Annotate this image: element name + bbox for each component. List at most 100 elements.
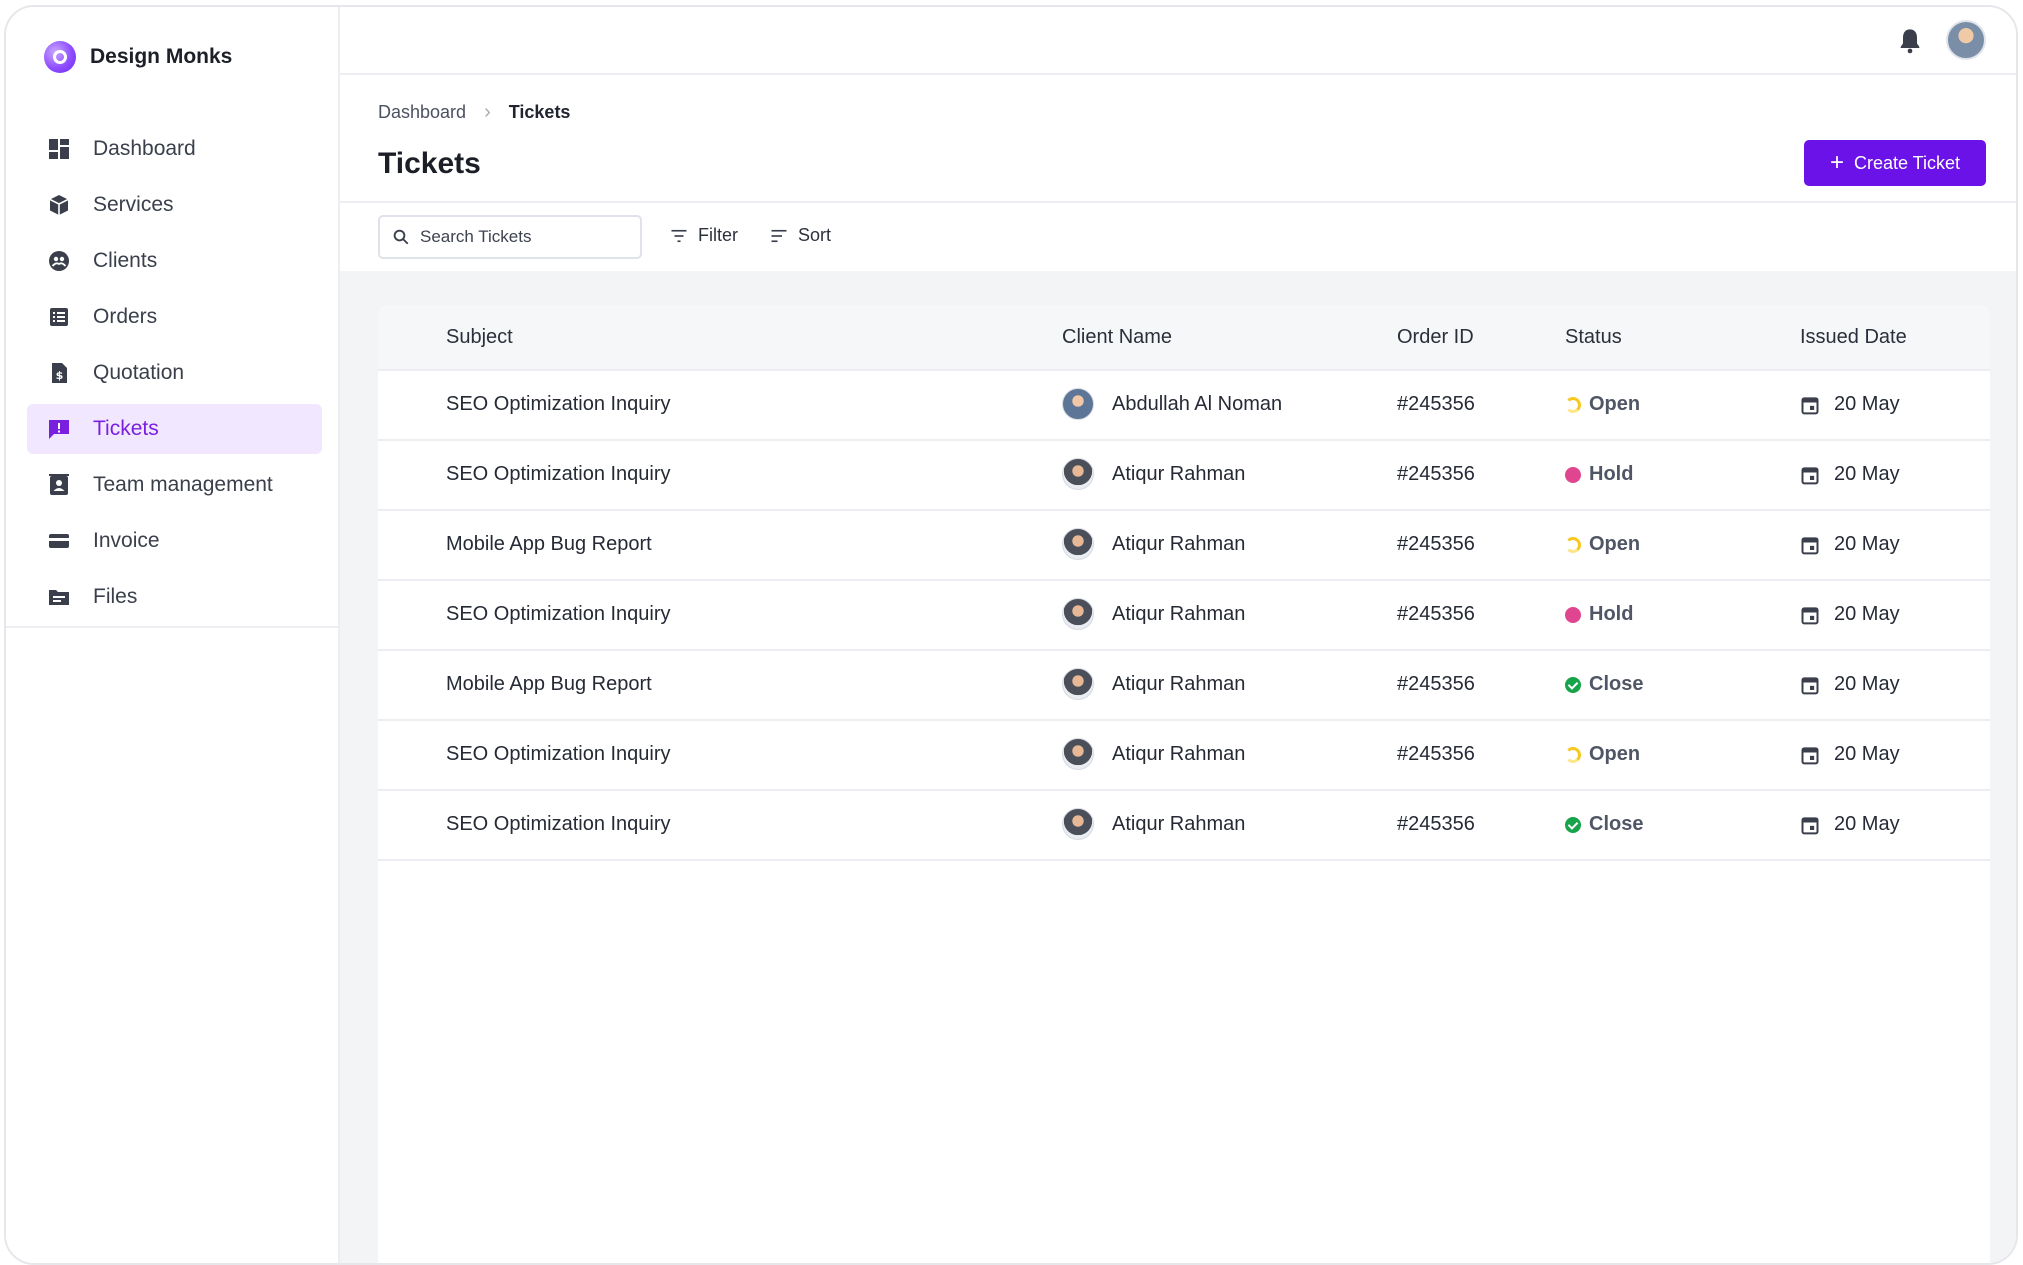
bell-icon[interactable] xyxy=(1896,27,1924,55)
status-hold-icon xyxy=(1565,606,1581,623)
table-row[interactable]: Mobile App Bug Report Atiqur Rahman #245… xyxy=(378,651,1990,721)
calendar-icon xyxy=(1801,396,1819,414)
search-input[interactable] xyxy=(420,227,620,247)
sidebar-item-dashboard[interactable]: Dashboard xyxy=(27,124,322,174)
sidebar-item-label: Clients xyxy=(93,249,158,272)
order-id: #245356 xyxy=(1397,603,1475,625)
box-icon xyxy=(47,193,71,217)
table-row[interactable]: SEO Optimization Inquiry Atiqur Rahman #… xyxy=(378,581,1990,651)
table-toolbar: Filter Sort xyxy=(340,203,2016,271)
sort-label: Sort xyxy=(798,225,832,245)
avatar xyxy=(1062,668,1094,700)
calendar-icon xyxy=(1801,816,1819,834)
filter-icon xyxy=(671,229,687,242)
breadcrumb: Dashboard › Tickets xyxy=(378,101,570,124)
table-row[interactable]: Mobile App Bug Report Atiqur Rahman #245… xyxy=(378,511,1990,581)
sort-icon xyxy=(771,229,787,242)
table-header: Subject Client Name Order ID Status Issu… xyxy=(378,305,1990,371)
page-title: Tickets xyxy=(378,147,481,180)
client-name: Atiqur Rahman xyxy=(1112,602,1246,625)
status-label: Hold xyxy=(1589,463,1634,485)
plus-icon: + xyxy=(1829,149,1844,176)
brand-name: Design Monks xyxy=(90,45,233,68)
sidebar-item-invoice[interactable]: Invoice xyxy=(27,516,322,566)
breadcrumb-dashboard[interactable]: Dashboard xyxy=(378,102,466,123)
client-name: Atiqur Rahman xyxy=(1112,812,1246,835)
app-window: Design Monks Dashboard Services Clients xyxy=(4,5,2018,1265)
table-row[interactable]: SEO Optimization Inquiry Atiqur Rahman #… xyxy=(378,791,1990,861)
client-cell: Atiqur Rahman xyxy=(1062,458,1245,490)
orders-icon xyxy=(47,305,71,329)
table-row[interactable]: SEO Optimization Inquiry Atiqur Rahman #… xyxy=(378,441,1990,511)
status-label: Open xyxy=(1589,393,1641,415)
status-label: Open xyxy=(1589,743,1641,765)
column-header-status[interactable]: Status xyxy=(1565,326,1622,349)
column-header-subject[interactable]: Subject xyxy=(446,326,513,349)
sort-button[interactable]: Sort xyxy=(770,225,831,246)
client-name: Atiqur Rahman xyxy=(1112,672,1246,695)
client-cell: Atiqur Rahman xyxy=(1062,808,1245,840)
sidebar-divider xyxy=(6,626,340,628)
client-cell: Atiqur Rahman xyxy=(1062,668,1245,700)
status-label: Close xyxy=(1589,673,1644,695)
status-badge: Open xyxy=(1565,743,1640,766)
status-open-icon xyxy=(1565,746,1581,763)
ticket-subject: SEO Optimization Inquiry xyxy=(446,463,671,485)
sidebar-item-quotation[interactable]: $ Quotation xyxy=(27,348,322,398)
main-content: Subject Client Name Order ID Status Issu… xyxy=(340,271,2016,1263)
sidebar-item-label: Files xyxy=(93,585,138,608)
chevron-right-icon: › xyxy=(484,101,491,123)
status-label: Open xyxy=(1589,533,1641,555)
quotation-icon: $ xyxy=(47,361,71,385)
sidebar-nav: Dashboard Services Clients Orders $ Quot… xyxy=(27,124,322,628)
column-header-client[interactable]: Client Name xyxy=(1062,326,1172,349)
table-row[interactable]: SEO Optimization Inquiry Atiqur Rahman #… xyxy=(378,721,1990,791)
issued-date-cell: 20 May xyxy=(1800,673,1900,696)
team-icon xyxy=(47,473,71,497)
status-badge: Hold xyxy=(1565,603,1633,626)
ticket-subject: SEO Optimization Inquiry xyxy=(446,743,671,765)
sidebar-item-label: Dashboard xyxy=(93,137,196,160)
issued-date: 20 May xyxy=(1834,533,1900,555)
issued-date: 20 May xyxy=(1834,463,1900,485)
create-ticket-button[interactable]: + Create Ticket xyxy=(1804,140,1986,186)
sidebar-item-files[interactable]: Files xyxy=(27,572,322,622)
brand-logo-icon xyxy=(44,41,76,73)
filter-button[interactable]: Filter xyxy=(670,225,738,246)
order-id: #245356 xyxy=(1397,673,1475,695)
calendar-icon xyxy=(1801,466,1819,484)
table-row[interactable]: SEO Optimization Inquiry Abdullah Al Nom… xyxy=(378,371,1990,441)
client-cell: Atiqur Rahman xyxy=(1062,528,1245,560)
issued-date-cell: 20 May xyxy=(1800,813,1900,836)
brand[interactable]: Design Monks xyxy=(44,41,232,73)
client-cell: Atiqur Rahman xyxy=(1062,738,1245,770)
column-header-issued-date[interactable]: Issued Date xyxy=(1800,326,1907,349)
calendar-icon xyxy=(1801,746,1819,764)
invoice-icon xyxy=(47,529,71,553)
sidebar-item-team-management[interactable]: Team management xyxy=(27,460,322,510)
user-avatar[interactable] xyxy=(1946,20,1986,60)
breadcrumb-current: Tickets xyxy=(508,102,571,122)
column-header-order-id[interactable]: Order ID xyxy=(1397,326,1474,349)
sidebar-item-clients[interactable]: Clients xyxy=(27,236,322,286)
status-badge: Hold xyxy=(1565,463,1633,486)
svg-text:$: $ xyxy=(56,369,64,382)
status-badge: Open xyxy=(1565,533,1640,556)
dashboard-icon xyxy=(47,137,71,161)
calendar-icon xyxy=(1801,676,1819,694)
sidebar-item-services[interactable]: Services xyxy=(27,180,322,230)
calendar-icon xyxy=(1801,536,1819,554)
search-box[interactable] xyxy=(378,215,642,259)
sidebar-item-tickets[interactable]: Tickets xyxy=(27,404,322,454)
search-icon xyxy=(393,229,409,245)
client-name: Abdullah Al Noman xyxy=(1112,392,1283,415)
sidebar-item-orders[interactable]: Orders xyxy=(27,292,322,342)
ticket-subject: SEO Optimization Inquiry xyxy=(446,813,671,835)
create-ticket-label: Create Ticket xyxy=(1853,152,1961,173)
sidebar-item-label: Orders xyxy=(93,305,158,328)
ticket-subject: Mobile App Bug Report xyxy=(446,673,652,695)
tickets-table: Subject Client Name Order ID Status Issu… xyxy=(378,305,1990,1263)
clients-icon xyxy=(47,249,71,273)
status-close-icon xyxy=(1565,816,1581,833)
sidebar-item-label: Quotation xyxy=(93,361,185,384)
